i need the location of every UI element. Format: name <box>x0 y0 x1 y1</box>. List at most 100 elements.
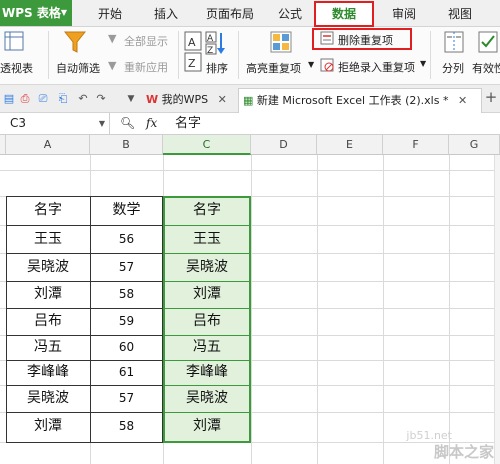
table-cell[interactable]: 刘潭 <box>6 281 90 308</box>
reject-duplicates-icon <box>320 58 334 72</box>
column-header-f[interactable]: F <box>383 135 449 155</box>
grid-line <box>449 155 450 464</box>
chevron-down-icon[interactable]: ▼ <box>99 113 105 134</box>
table-cell[interactable]: 刘潭 <box>163 281 251 308</box>
table-cell[interactable]: 刘潭 <box>163 412 251 441</box>
tab-review[interactable]: 审阅 <box>386 0 422 26</box>
table-cell[interactable]: 吕布 <box>163 308 251 335</box>
cell-b3[interactable]: 数学 <box>90 196 163 225</box>
vertical-scrollbar[interactable] <box>494 155 500 464</box>
table-cell[interactable]: 57 <box>90 385 163 412</box>
table-cell[interactable]: 吴晓波 <box>6 385 90 412</box>
column-header-d[interactable]: D <box>251 135 317 155</box>
column-header-e[interactable]: E <box>317 135 383 155</box>
validation-label[interactable]: 有效性 <box>472 60 500 76</box>
cell-a3[interactable]: 名字 <box>6 196 90 225</box>
undo-icon[interactable]: ↶ <box>76 92 90 106</box>
print-icon[interactable]: ⎚ <box>36 92 50 106</box>
split-columns-icon[interactable] <box>444 31 464 53</box>
export-pdf-icon[interactable]: ⎙ <box>18 92 32 106</box>
tab-document[interactable]: ▦ 新建 Microsoft Excel 工作表 (2).xls * ✕ <box>238 88 482 113</box>
grid-line <box>251 155 252 464</box>
table-cell[interactable]: 刘潭 <box>6 412 90 441</box>
spreadsheet-icon: ▦ <box>243 94 254 107</box>
ribbon-separator <box>430 31 431 79</box>
tab-formula[interactable]: 公式 <box>272 0 308 26</box>
svg-text:A: A <box>207 34 214 44</box>
highlight-duplicates-icon[interactable] <box>270 31 292 53</box>
table-cell[interactable]: 58 <box>90 412 163 441</box>
show-all-button[interactable]: 全部显示 <box>124 33 168 49</box>
split-columns-label[interactable]: 分列 <box>442 60 464 76</box>
table-cell[interactable]: 冯五 <box>6 335 90 360</box>
grid-line <box>0 170 500 171</box>
sort-icon[interactable]: A Z <box>205 31 229 55</box>
reapply-button[interactable]: 重新应用 <box>124 59 168 75</box>
ribbon-separator <box>178 31 179 79</box>
table-cell[interactable]: 李峰峰 <box>163 360 251 385</box>
table-cell[interactable]: 61 <box>90 360 163 385</box>
pivot-table-icon[interactable] <box>4 31 24 51</box>
chevron-down-icon[interactable]: ▼ <box>308 60 314 69</box>
remove-duplicates-highlight <box>312 28 412 50</box>
tab-my-wps[interactable]: W 我的WPS ✕ <box>142 88 238 113</box>
grid-line <box>317 155 318 464</box>
tab-home[interactable]: 开始 <box>92 0 128 26</box>
formula-input[interactable]: 名字 <box>175 113 201 134</box>
chevron-down-icon[interactable]: ▼ <box>124 92 138 106</box>
table-cell[interactable]: 57 <box>90 253 163 282</box>
tab-page-layout[interactable]: 页面布局 <box>200 0 260 26</box>
column-header-c[interactable]: C <box>163 135 251 155</box>
table-cell[interactable]: 56 <box>90 225 163 254</box>
app-name: WPS 表格 <box>2 6 61 20</box>
redo-icon[interactable]: ↷ <box>94 92 108 106</box>
close-icon[interactable]: ✕ <box>458 94 467 107</box>
zoom-icon[interactable]: 🔍︎ <box>120 113 135 134</box>
table-cell[interactable]: 吕布 <box>6 308 90 335</box>
pivot-table-label[interactable]: 透视表 <box>0 60 33 76</box>
cell-reference: C3 <box>10 116 27 130</box>
menu-bar: WPS 表格 ▼ 开始 插入 页面布局 公式 数据 审阅 视图 <box>0 0 500 27</box>
name-box[interactable]: C3 ▼ <box>0 113 110 134</box>
table-cell[interactable]: 王玉 <box>163 225 251 254</box>
quick-access-bar: ▤ ⎙ ⎚ ⎗ ↶ ↷ ▼ W 我的WPS ✕ ▦ 新建 Microsoft E… <box>0 85 500 113</box>
add-tab-icon[interactable]: + <box>484 90 498 105</box>
table-cell[interactable]: 吴晓波 <box>163 253 251 282</box>
filter-icon[interactable] <box>64 30 86 54</box>
table-cell[interactable]: 59 <box>90 308 163 335</box>
svg-text:Z: Z <box>188 57 196 70</box>
tab-data[interactable]: 数据 <box>314 1 374 27</box>
close-icon[interactable]: ✕ <box>218 93 227 106</box>
validation-icon[interactable] <box>478 31 498 53</box>
print-preview-icon[interactable]: ⎗ <box>56 92 70 106</box>
formula-bar: C3 ▼ 🔍︎ fx 名字 <box>0 113 500 135</box>
table-cell[interactable]: 冯五 <box>163 335 251 360</box>
cell-c3[interactable]: 名字 <box>163 196 251 225</box>
tab-insert[interactable]: 插入 <box>148 0 184 26</box>
app-menu-button[interactable]: WPS 表格 ▼ <box>0 0 72 26</box>
column-header-g[interactable]: G <box>449 135 500 155</box>
table-cell[interactable]: 58 <box>90 281 163 308</box>
sort-label[interactable]: 排序 <box>206 60 228 76</box>
tab-document-label: 新建 Microsoft Excel 工作表 (2).xls * <box>256 94 449 107</box>
table-cell[interactable]: 60 <box>90 335 163 360</box>
highlight-duplicates-label[interactable]: 高亮重复项 <box>246 60 301 76</box>
column-header-a[interactable]: A <box>6 135 90 155</box>
ribbon: 透视表 自动筛选 ▼ 全部显示 ▼ 重新应用 A Z A Z 排序 高亮重复项 … <box>0 27 500 85</box>
column-header-b[interactable]: B <box>90 135 163 155</box>
table-cell[interactable]: 吴晓波 <box>6 253 90 282</box>
autofilter-label[interactable]: 自动筛选 <box>56 60 100 76</box>
table-cell[interactable]: 吴晓波 <box>163 385 251 412</box>
ribbon-separator <box>48 31 49 79</box>
grid-line <box>383 155 384 464</box>
sort-asc-desc-icon[interactable]: A Z <box>184 31 202 75</box>
table-cell[interactable]: 李峰峰 <box>6 360 90 385</box>
chevron-down-icon[interactable]: ▼ <box>420 59 426 68</box>
tab-view[interactable]: 视图 <box>442 0 478 26</box>
fx-button[interactable]: fx <box>146 113 157 134</box>
table-cell[interactable]: 王玉 <box>6 225 90 254</box>
svg-text:Z: Z <box>207 46 213 55</box>
show-all-icon: ▼ <box>108 32 117 45</box>
reject-duplicates-button[interactable]: 拒绝录入重复项 <box>338 59 415 75</box>
new-file-icon[interactable]: ▤ <box>2 92 16 106</box>
